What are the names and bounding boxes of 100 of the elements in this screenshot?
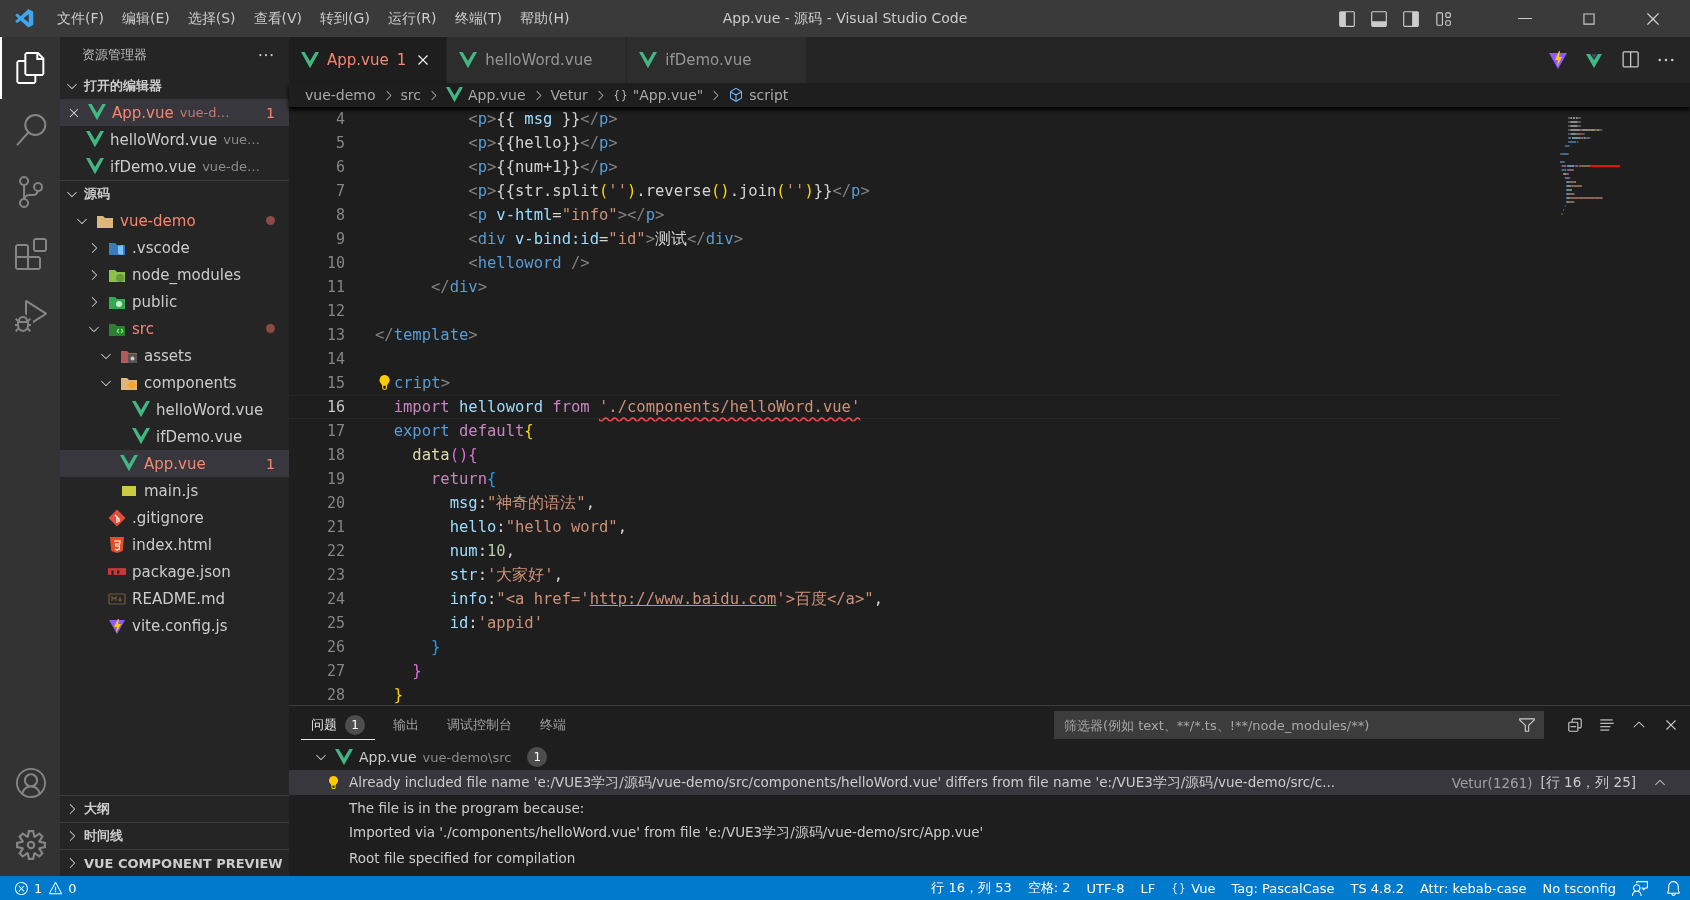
- collapse-all-icon[interactable]: [1566, 716, 1584, 734]
- section-header[interactable]: 源码: [60, 181, 289, 207]
- problem-message: Imported via './components/helloWord.vue' from file 'e:/VUE3学习/源码/vue-demo/src/App.vue': [349, 823, 984, 842]
- status-item[interactable]: No tsconfig: [1542, 880, 1616, 896]
- status-item[interactable]: Tag: PascalCase: [1231, 880, 1335, 896]
- editor-tab[interactable]: ifDemo.vue: [627, 37, 808, 83]
- breadcrumb-item[interactable]: "App.vue": [632, 87, 704, 103]
- panel-tab[interactable]: 问题 1: [301, 710, 375, 740]
- sidebar-title: 资源管理器: [82, 46, 147, 64]
- menu-item[interactable]: 选择(S): [178, 9, 245, 28]
- breadcrumb-item[interactable]: script: [749, 87, 789, 103]
- open-editor-item[interactable]: ifDemo.vue vue-de…: [60, 153, 289, 180]
- file-name: App.vue: [359, 749, 417, 765]
- line-number: 10: [325, 254, 345, 272]
- line-number: 15: [325, 374, 345, 392]
- settings-icon: [16, 830, 46, 860]
- toggle-secondary-sidebar-icon[interactable]: [1402, 9, 1420, 28]
- vue-file-icon: [446, 87, 463, 103]
- tree-item[interactable]: App.vue 1: [60, 450, 289, 477]
- tree-item[interactable]: node_modules: [60, 261, 289, 288]
- warnings-status[interactable]: 0: [48, 880, 77, 896]
- tree-item[interactable]: main.js: [60, 477, 289, 504]
- file-path: vue…: [223, 132, 261, 147]
- problem-message: Already included file name 'e:/VUE3学习/源码/vue-demo/src/components/helloWord.vue' differs from file name 'e:/VUE3学习/源码/vue-demo/src/c...: [349, 773, 1336, 792]
- editor-tab[interactable]: App.vue 1: [289, 37, 448, 83]
- tree-item[interactable]: vue-demo: [60, 207, 289, 234]
- line-number: 25: [325, 614, 345, 632]
- status-item[interactable]: UTF-8: [1086, 880, 1125, 896]
- window-title: App.vue - 源码 - Visual Studio Code: [722, 9, 968, 28]
- tree-item[interactable]: index.html: [60, 531, 289, 558]
- code-line: <p>{{num+1}}</p>: [467, 158, 618, 176]
- status-item[interactable]: 空格: 2: [1027, 879, 1071, 897]
- tree-item[interactable]: assets: [60, 342, 289, 369]
- problem-count: 1: [266, 455, 275, 472]
- toggle-panel-icon[interactable]: [1370, 9, 1388, 28]
- tree-item[interactable]: package.json: [60, 558, 289, 585]
- line-number: 28: [325, 686, 345, 704]
- problem-count: 1: [527, 747, 548, 767]
- list-view-icon[interactable]: [1598, 716, 1616, 734]
- status-item[interactable]: Vue: [1171, 880, 1216, 896]
- code-line: hello:"hello word",: [448, 518, 627, 536]
- menu-item[interactable]: 转到(G): [311, 9, 379, 28]
- code-line: cript>: [394, 374, 450, 392]
- section-header[interactable]: 打开的编辑器: [60, 73, 289, 99]
- tree-item[interactable]: vite.config.js: [60, 612, 289, 639]
- tree-item[interactable]: .gitignore: [60, 504, 289, 531]
- line-number: 7: [334, 182, 345, 200]
- file-name: helloWord.vue: [110, 130, 218, 149]
- toggle-sidebar-icon[interactable]: [1338, 9, 1356, 28]
- layout-icon[interactable]: [1434, 9, 1452, 28]
- menu-item[interactable]: 查看(V): [244, 9, 312, 28]
- status-item[interactable]: LF: [1140, 880, 1156, 896]
- breadcrumb-item[interactable]: App.vue: [468, 87, 526, 103]
- tree-item[interactable]: .vscode: [60, 234, 289, 261]
- breadcrumb-item[interactable]: vue-demo: [305, 87, 376, 103]
- tree-item[interactable]: public: [60, 288, 289, 315]
- status-item[interactable]: TS 4.8.2: [1350, 880, 1404, 896]
- lightning-triangle-icon[interactable]: [1548, 50, 1568, 70]
- file-path: vue-d…: [179, 105, 230, 120]
- error-icon: [14, 880, 29, 896]
- breadcrumb-item[interactable]: Vetur: [550, 87, 588, 103]
- open-editor-item[interactable]: App.vue vue-d… 1: [60, 99, 289, 126]
- code-line: </template>: [375, 326, 478, 344]
- line-number: 21: [325, 518, 345, 536]
- menu-item[interactable]: 终端(T): [445, 9, 511, 28]
- line-number: 17: [325, 422, 345, 440]
- line-number: 27: [325, 662, 345, 680]
- filter-icon[interactable]: [1518, 716, 1536, 734]
- vue-file-icon: [301, 51, 319, 69]
- open-editor-item[interactable]: helloWord.vue vue…: [60, 126, 289, 153]
- status-item[interactable]: 行 16，列 53: [931, 879, 1012, 897]
- filter-input[interactable]: 筛选器(例如 text、**/*.ts、!**/node_modules/**): [1062, 716, 1512, 734]
- filter-field[interactable]: 筛选器(例如 text、**/*.ts、!**/node_modules/**): [1054, 711, 1544, 739]
- code-line: str:'大家好',: [448, 564, 563, 586]
- feedback-icon[interactable]: [1632, 879, 1649, 897]
- tree-item[interactable]: src: [60, 315, 289, 342]
- menu-item[interactable]: 文件(F): [48, 9, 113, 28]
- panel-tab[interactable]: 调试控制台: [437, 710, 522, 740]
- file-name: .gitignore: [132, 508, 204, 527]
- notifications-icon[interactable]: [1665, 879, 1682, 897]
- vite-file-icon: [108, 616, 126, 635]
- code-line: }: [430, 638, 441, 656]
- tree-item[interactable]: README.md: [60, 585, 289, 612]
- tree-item[interactable]: ifDemo.vue: [60, 423, 289, 450]
- file-name: package.json: [132, 562, 231, 581]
- menu-item[interactable]: 编辑(E): [113, 9, 179, 28]
- file-name: index.html: [132, 535, 212, 554]
- line-number: 8: [334, 206, 345, 224]
- tree-item[interactable]: helloWord.vue: [60, 396, 289, 423]
- editor-tab[interactable]: helloWord.vue: [447, 37, 628, 83]
- status-item[interactable]: Attr: kebab-case: [1419, 880, 1527, 896]
- breadcrumb-item[interactable]: src: [400, 87, 421, 103]
- menu-item[interactable]: 帮助(H): [511, 9, 579, 28]
- panel-tab[interactable]: 终端: [530, 710, 576, 740]
- split-editor-icon[interactable]: [1620, 50, 1640, 70]
- menu-item[interactable]: 运行(R): [378, 9, 446, 28]
- tree-item[interactable]: components: [60, 369, 289, 396]
- errors-status[interactable]: 1: [14, 880, 43, 896]
- account-icon: [16, 768, 46, 798]
- panel-tab[interactable]: 输出: [383, 710, 429, 740]
